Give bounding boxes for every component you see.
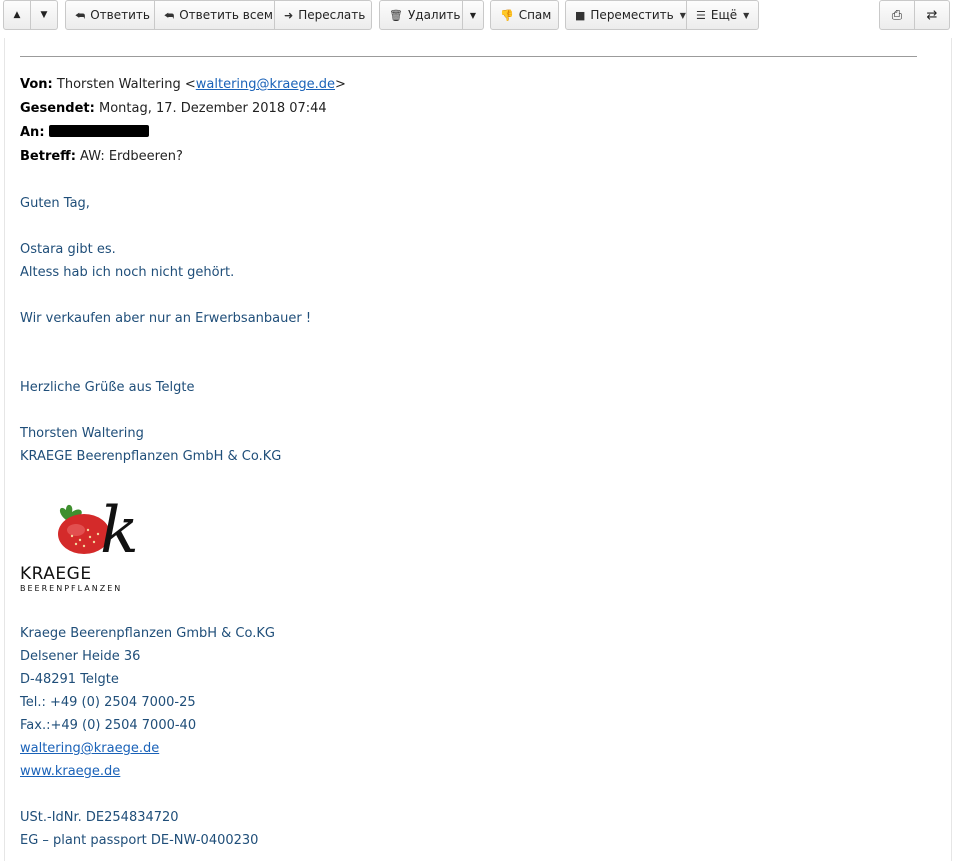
reply-all-button[interactable]: ⮪ Ответить всем [155, 0, 275, 30]
logo-name: KRAEGE [20, 564, 92, 584]
from-header: Von: Thorsten Waltering <waltering@kraeg… [20, 77, 346, 92]
footer-company: Kraege Beerenpflanzen GmbH & Co.KG [20, 626, 275, 641]
folder-icon: ■ [575, 8, 586, 22]
delete-button[interactable]: 🗑 Удалить [379, 0, 463, 30]
body-line-2: Altess hab ich noch nicht gehört. [20, 265, 235, 280]
move-label: Переместить [590, 8, 674, 22]
mail-toolbar: ▲ ▼ ⮪ Ответить ⮪ Ответить всем ➜ Пересла… [0, 0, 958, 36]
triangle-down-icon: ▼ [40, 10, 48, 20]
logo-letter: k [100, 494, 139, 564]
footer-web-link[interactable]: www.kraege.de [20, 764, 120, 779]
to-header: An: [20, 125, 149, 140]
delete-label: Удалить [407, 8, 461, 22]
signature-name: Thorsten Waltering [20, 426, 144, 441]
signature-company: KRAEGE Beerenpflanzen GmbH & Co.KG [20, 449, 282, 464]
reply-arrow-icon: ⮪ [75, 8, 86, 22]
more-button[interactable]: ☰ Ещё ▼ [687, 0, 759, 30]
body-line-3: Wir verkaufen aber nur an Erwerbsanbauer… [20, 311, 312, 326]
sent-header: Gesendet: Montag, 17. Dezember 2018 07:4… [20, 101, 327, 116]
spam-button[interactable]: 👎 Спам [490, 0, 559, 30]
caret-down-icon: ▼ [679, 10, 686, 20]
subject-header: Betreff: AW: Erdbeeren? [20, 149, 183, 164]
caret-down-icon: ▼ [469, 10, 477, 20]
logo-subtitle: BEERENPFLANZEN [20, 584, 123, 593]
footer-vat: USt.-IdNr. DE254834720 [20, 810, 179, 825]
from-close: > [335, 77, 346, 92]
reply-all-icon: ⮪ [164, 8, 175, 22]
footer-passport: EG – plant passport DE-NW-0400230 [20, 833, 259, 848]
forward-label: Переслать [298, 8, 366, 22]
encoding-icon: ⇄ [926, 7, 938, 23]
body-line-1: Ostara gibt es. [20, 242, 116, 257]
next-message-button[interactable]: ▼ [31, 0, 58, 30]
reply-label: Ответить [90, 8, 150, 22]
delete-dropdown-button[interactable]: ▼ [463, 0, 484, 30]
footer-email-link[interactable]: waltering@kraege.de [20, 741, 159, 756]
footer-web: www.kraege.de [20, 764, 120, 779]
strawberry-icon: k [58, 494, 139, 568]
move-button[interactable]: ■ Переместить ▼ [565, 0, 687, 30]
subject-label: Betreff: [20, 149, 76, 164]
from-label: Von: [20, 77, 53, 92]
printer-icon: ⎙ [891, 7, 903, 23]
reply-button[interactable]: ⮪ Ответить [65, 0, 155, 30]
caret-down-icon: ▼ [743, 10, 750, 20]
sent-label: Gesendet: [20, 101, 95, 116]
subject-value: AW: Erdbeeren? [80, 149, 183, 164]
kraege-logo: k KRAEGE BEERENPFLANZEN [20, 490, 150, 594]
more-label: Ещё [710, 8, 738, 22]
spam-label: Спам [518, 8, 552, 22]
to-label: An: [20, 125, 45, 140]
footer-fax: Fax.:+49 (0) 2504 7000-40 [20, 718, 197, 733]
previous-message-button[interactable]: ▲ [3, 0, 31, 30]
triangle-up-icon: ▲ [13, 10, 21, 20]
footer-city: D-48291 Telgte [20, 672, 119, 687]
footer-street: Delsener Heide 36 [20, 649, 141, 664]
forward-button[interactable]: ➜ Переслать [275, 0, 372, 30]
menu-icon: ☰ [696, 8, 706, 22]
reply-all-label: Ответить всем [179, 8, 273, 22]
closing: Herzliche Grüße aus Telgte [20, 380, 195, 395]
thumbs-down-icon: 👎 [500, 8, 514, 22]
charset-button[interactable]: ⇄ [915, 0, 950, 30]
footer-tel: Tel.: +49 (0) 2504 7000-25 [20, 695, 196, 710]
header-divider [20, 56, 917, 57]
footer-email: waltering@kraege.de [20, 741, 159, 756]
greeting: Guten Tag, [20, 196, 90, 211]
forward-arrow-icon: ➜ [284, 8, 294, 22]
from-email-link[interactable]: waltering@kraege.de [196, 77, 335, 92]
from-name: Thorsten Waltering < [56, 77, 196, 92]
redacted-recipient [48, 125, 149, 137]
print-button[interactable]: ⎙ [879, 0, 915, 30]
sent-value: Montag, 17. Dezember 2018 07:44 [98, 101, 327, 116]
trash-icon: 🗑 [389, 8, 403, 22]
